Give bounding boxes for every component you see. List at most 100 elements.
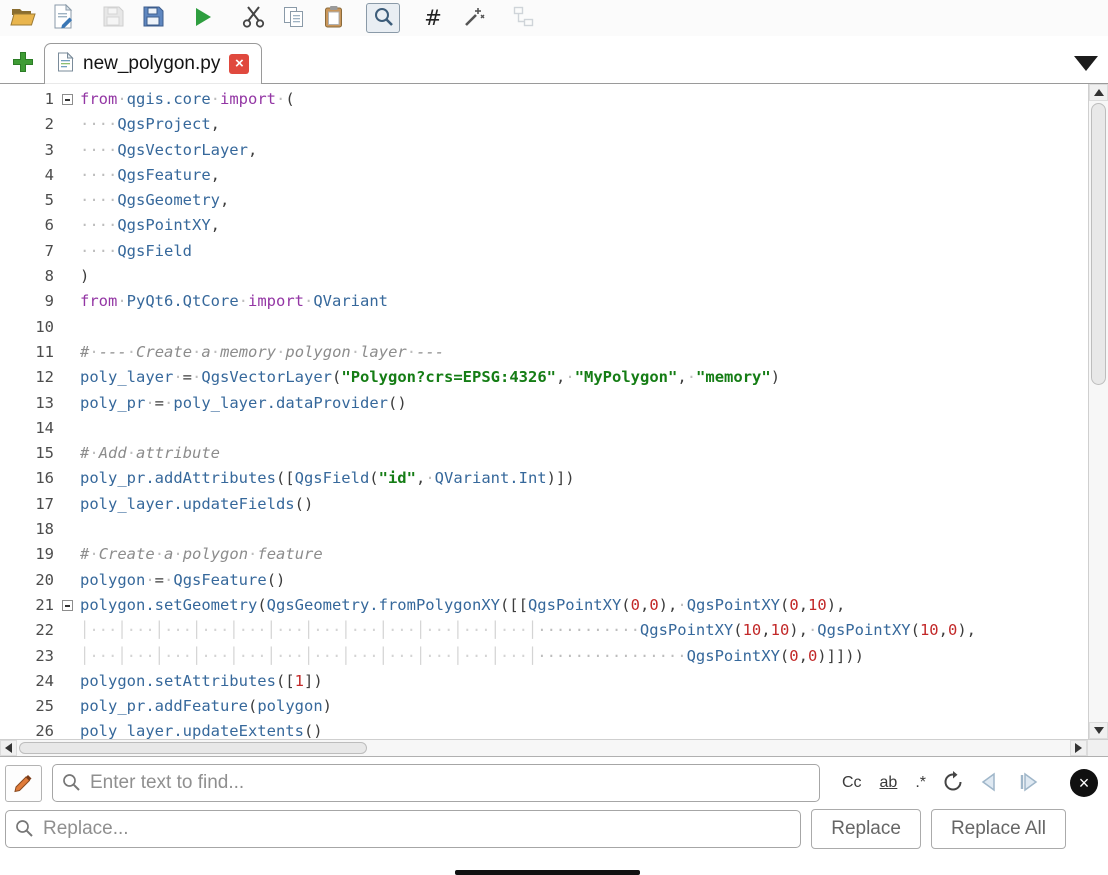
add-script-button[interactable] — [12, 51, 34, 76]
code-line: 24polygon.setAttributes([1]) — [0, 669, 1088, 694]
object-inspector-button[interactable] — [506, 3, 540, 33]
fold-margin — [54, 365, 80, 390]
copy-button[interactable] — [276, 3, 310, 33]
horizontal-scrollbar[interactable] — [0, 739, 1108, 756]
vertical-scroll-track[interactable] — [1089, 101, 1108, 722]
scroll-right-button[interactable] — [1070, 740, 1087, 756]
whole-word-button[interactable]: ab — [876, 772, 902, 794]
wrap-around-button[interactable] — [940, 769, 966, 798]
fold-margin — [54, 492, 80, 517]
fold-margin — [54, 138, 80, 163]
code-line: 5····QgsGeometry, — [0, 188, 1088, 213]
find-toggle-button[interactable] — [5, 765, 42, 802]
find-input[interactable] — [52, 764, 820, 802]
scroll-down-button[interactable] — [1089, 722, 1108, 739]
code-line: 1from·qgis.core·import·( — [0, 87, 1088, 112]
horizontal-scroll-track[interactable] — [17, 740, 1070, 756]
replace-input[interactable] — [5, 810, 801, 848]
wrap-around-icon — [942, 771, 964, 796]
tab-new-polygon[interactable]: new_polygon.py × — [44, 43, 262, 84]
replace-button[interactable]: Replace — [811, 809, 921, 849]
open-script-button[interactable] — [6, 3, 40, 33]
code-line: 8) — [0, 264, 1088, 289]
code-text: ····QgsGeometry, — [80, 188, 229, 213]
fold-margin — [54, 87, 80, 112]
line-number: 4 — [0, 163, 54, 188]
fold-margin — [54, 719, 80, 739]
code-line: 7····QgsField — [0, 239, 1088, 264]
plus-icon — [12, 61, 34, 76]
script-file-icon — [57, 52, 74, 77]
replace-row: Replace Replace All — [5, 809, 1098, 849]
paste-icon — [322, 5, 345, 32]
vertical-scrollbar[interactable] — [1088, 84, 1108, 739]
regex-button[interactable]: .* — [911, 772, 930, 794]
line-number: 9 — [0, 289, 54, 314]
code-text: ····QgsProject, — [80, 112, 220, 137]
code-line: 22│···│···│···│···│···│···│···│···│···│·… — [0, 618, 1088, 643]
code-line: 26 poly_layer.updateExtents() — [0, 719, 1088, 739]
fold-margin — [54, 213, 80, 238]
code-text: #·Add·attribute — [80, 441, 220, 466]
code-text: #·Create·a·polygon·feature — [80, 542, 323, 567]
reformat-code-button[interactable] — [456, 3, 490, 33]
code-text: #·---·Create·a·memory·polygon·layer·--- — [80, 340, 444, 365]
fold-margin — [54, 542, 80, 567]
window-resize-handle[interactable] — [455, 870, 640, 875]
code-text: poly_layer.updateExtents() — [80, 719, 323, 739]
tab-list-dropdown-icon[interactable] — [1074, 56, 1098, 71]
scrollbar-corner — [1087, 740, 1108, 756]
fold-margin — [54, 416, 80, 441]
search-icon — [372, 5, 395, 31]
code-text: ····QgsVectorLayer, — [80, 138, 257, 163]
run-script-button[interactable] — [186, 3, 220, 33]
line-number: 2 — [0, 112, 54, 137]
line-number: 26 — [0, 719, 54, 739]
save-script-button[interactable] — [96, 3, 130, 33]
arrow-up-icon — [1094, 89, 1104, 96]
save-script-as-button[interactable] — [136, 3, 170, 33]
line-number: 16 — [0, 466, 54, 491]
close-find-bar-button[interactable]: × — [1070, 769, 1098, 797]
code-editor[interactable]: 1from·qgis.core·import·(2 ····QgsProject,… — [0, 84, 1108, 756]
search-icon — [14, 818, 35, 844]
find-text-button[interactable] — [366, 3, 400, 33]
marker-pen-icon — [12, 770, 36, 797]
code-line: 20polygon·=·QgsFeature() — [0, 568, 1088, 593]
line-number: 17 — [0, 492, 54, 517]
tab-close-button[interactable]: × — [229, 54, 249, 74]
find-next-button[interactable] — [1014, 769, 1044, 798]
cut-button[interactable] — [236, 3, 270, 33]
code-text: polygon.setAttributes([1]) — [80, 669, 323, 694]
fold-margin — [54, 644, 80, 669]
arrow-right-icon — [1075, 743, 1082, 753]
fold-margin — [54, 163, 80, 188]
next-match-icon — [1016, 771, 1042, 796]
fold-marker-icon[interactable] — [62, 600, 73, 611]
horizontal-scroll-thumb[interactable] — [19, 742, 367, 754]
scroll-left-button[interactable] — [0, 740, 17, 756]
line-number: 25 — [0, 694, 54, 719]
code-line: 14 — [0, 416, 1088, 441]
replace-all-button[interactable]: Replace All — [931, 809, 1066, 849]
case-sensitive-button[interactable]: Cc — [838, 772, 866, 794]
line-number: 3 — [0, 138, 54, 163]
code-line: 4····QgsFeature, — [0, 163, 1088, 188]
fold-margin — [54, 466, 80, 491]
fold-marker-icon[interactable] — [62, 94, 73, 105]
code-text: poly_pr·=·poly_layer.dataProvider() — [80, 391, 407, 416]
line-number: 22 — [0, 618, 54, 643]
hash-icon: # — [424, 6, 442, 30]
code-line: 13poly_pr·=·poly_layer.dataProvider() — [0, 391, 1088, 416]
find-previous-button[interactable] — [976, 769, 1004, 798]
scroll-up-button[interactable] — [1089, 84, 1108, 101]
new-script-button[interactable] — [46, 3, 80, 33]
paste-button[interactable] — [316, 3, 350, 33]
save-icon — [102, 5, 125, 31]
toggle-comment-button[interactable]: # — [416, 3, 450, 33]
vertical-scroll-thumb[interactable] — [1091, 103, 1106, 385]
code-area[interactable]: 1from·qgis.core·import·(2 ····QgsProject,… — [0, 84, 1088, 739]
code-text: poly_layer.updateFields() — [80, 492, 313, 517]
code-text: ····QgsField — [80, 239, 192, 264]
line-number: 8 — [0, 264, 54, 289]
